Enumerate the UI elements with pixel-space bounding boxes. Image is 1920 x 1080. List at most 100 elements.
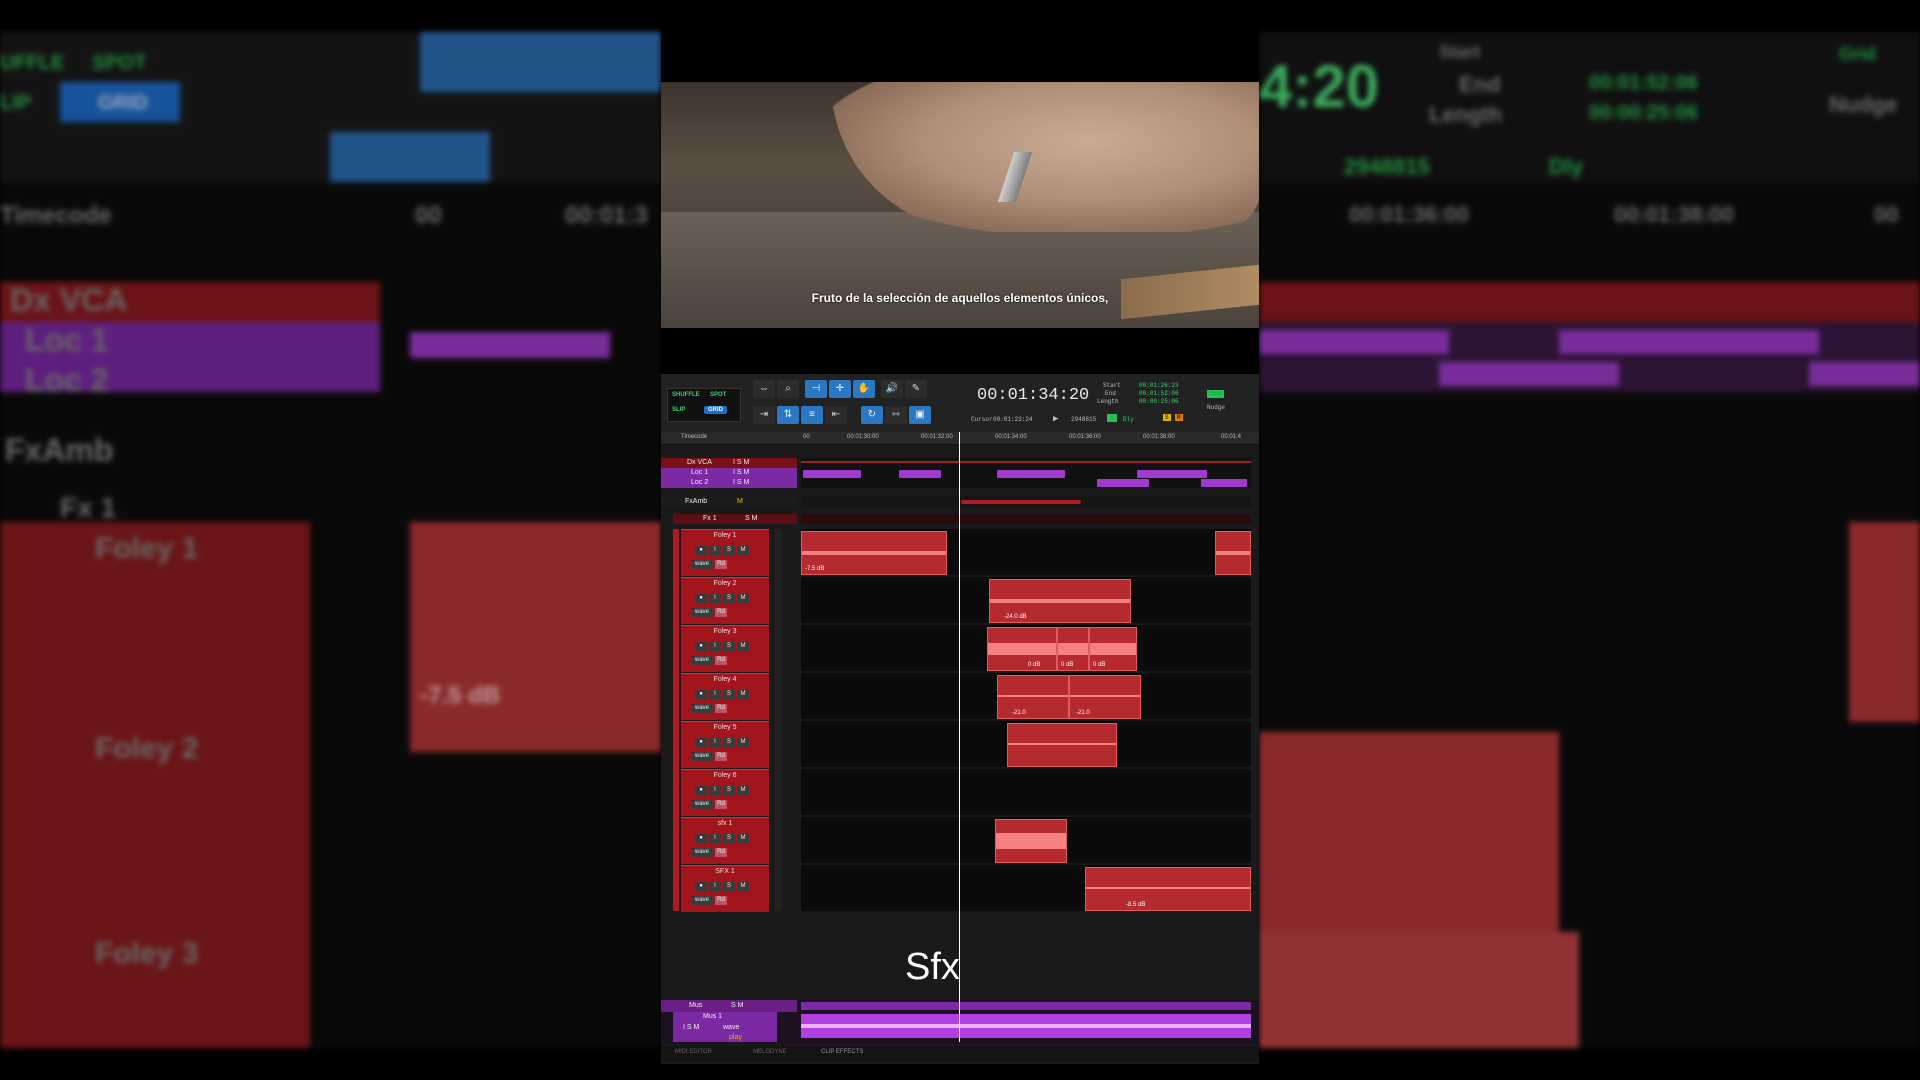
length-value[interactable]: 00:00:25:06 [1139, 398, 1179, 405]
loc1-clip[interactable] [803, 470, 861, 478]
solo-button[interactable]: S [723, 690, 735, 699]
grabber-tool-icon[interactable]: ✋ [853, 380, 875, 398]
mute-button[interactable]: M [737, 786, 749, 795]
lane-foley-1[interactable]: -7.5 dB [801, 529, 1251, 575]
clip-gain[interactable]: -21.0 [1076, 710, 1090, 716]
mute-button[interactable]: M [737, 546, 749, 555]
solo-button[interactable]: S [723, 738, 735, 747]
timecode-ruler[interactable]: Timecode 00 00:01:30:00 00:01:32:00 00:0… [661, 432, 1259, 445]
scrubber-tool-icon[interactable]: 🔊 [881, 380, 903, 398]
waveform-selector[interactable]: wave [691, 704, 713, 713]
lane-fxamb[interactable] [801, 496, 1251, 508]
mute-button[interactable]: M [737, 594, 749, 603]
clip-gain[interactable]: -7.5 dB [805, 566, 824, 572]
track-foley-1[interactable]: Foley 1 ● I S M wave Rd [681, 529, 769, 576]
track-foley-6[interactable]: Foley 6 ● I S M wave Rd [681, 769, 769, 816]
audio-clip[interactable]: 0 dB [987, 627, 1057, 671]
audio-clip[interactable]: -21.0 [997, 675, 1069, 719]
waveform-selector[interactable]: wave [691, 608, 713, 617]
playhead-cursor[interactable] [959, 432, 960, 1042]
automation-read[interactable]: Rd [715, 608, 727, 617]
track-buttons[interactable]: S M [745, 515, 757, 522]
zoomer-tool-icon[interactable]: ⌕ [777, 380, 799, 398]
input-button[interactable]: I [709, 738, 721, 747]
solo-button[interactable]: S [723, 786, 735, 795]
tab-clip-effects[interactable]: CLIP EFFECTS [821, 1049, 863, 1055]
tab-to-transient-icon[interactable]: ⇅ [777, 406, 799, 424]
track-buttons[interactable]: I S M [733, 459, 749, 466]
loc2-clip[interactable] [1201, 479, 1247, 487]
loc1-clip[interactable] [899, 470, 941, 478]
audio-clip[interactable]: -21.0 [1069, 675, 1141, 719]
video-track-icon[interactable]: ▣ [909, 406, 931, 424]
waveform-selector[interactable]: wave [691, 896, 713, 905]
shrink-icon[interactable]: ⇥ [753, 406, 775, 424]
clip-gain[interactable]: 0 dB [1061, 662, 1073, 668]
tab-midi-editor[interactable]: MIDI EDITOR [675, 1049, 712, 1055]
insertion-follows-icon[interactable]: ⇤ [825, 406, 847, 424]
lane-foley-4[interactable]: -21.0 -21.0 [801, 673, 1251, 719]
record-button[interactable]: ● [695, 786, 707, 795]
automation-read[interactable]: Rd [715, 656, 727, 665]
input-button[interactable]: I [709, 882, 721, 891]
audio-clip[interactable]: -7.5 dB [801, 531, 947, 575]
grid-badge[interactable]: Grid [1207, 390, 1225, 398]
track-foley-3[interactable]: Foley 3 ● I S M wave Rd [681, 625, 769, 672]
mute-button[interactable]: M [737, 690, 749, 699]
loop-icon[interactable]: ↻ [861, 406, 883, 424]
audio-clip[interactable]: 0 dB [1089, 627, 1137, 671]
record-button[interactable]: ● [695, 642, 707, 651]
audio-clip[interactable]: -8.5 dB [1085, 867, 1251, 911]
audio-clip[interactable] [1007, 723, 1117, 767]
clip-gain[interactable]: 0 dB [1028, 662, 1040, 668]
mute-button[interactable]: M [737, 834, 749, 843]
lane-fx-1[interactable] [801, 514, 1251, 524]
mute-button[interactable]: M [737, 882, 749, 891]
audio-clip[interactable]: -24.0 dB [989, 579, 1131, 623]
mode-spot[interactable]: SPOT [710, 392, 726, 398]
loc2-clip[interactable] [1097, 479, 1149, 487]
lane-sfx-1-lower[interactable] [801, 817, 1251, 863]
solo-button[interactable]: S [723, 882, 735, 891]
counter-chevron-icon[interactable]: ▾ [1085, 392, 1089, 399]
solo-button[interactable]: S [723, 546, 735, 555]
automation-read[interactable]: Rd [715, 848, 727, 857]
dly-label[interactable]: Dly [1123, 416, 1134, 423]
solo-yellow-icon[interactable]: S [1163, 414, 1171, 421]
automation-read[interactable]: Rd [715, 560, 727, 569]
mus-bus-clip[interactable] [801, 1002, 1251, 1010]
input-button[interactable]: I [709, 834, 721, 843]
audio-clip[interactable] [1215, 531, 1251, 575]
tab-melodyne[interactable]: MELODYNE [753, 1049, 787, 1055]
track-buttons[interactable]: M [737, 498, 743, 505]
track-foley-2[interactable]: Foley 2 ● I S M wave Rd [681, 577, 769, 624]
input-button[interactable]: I [709, 690, 721, 699]
lane-sfx-1-upper[interactable]: -8.5 dB [801, 865, 1251, 911]
waveform-selector[interactable]: wave [691, 752, 713, 761]
track-buttons[interactable]: I S M [733, 479, 749, 486]
track-sfx-1-lower[interactable]: sfx 1 ● I S M wave Rd [681, 817, 769, 864]
record-button[interactable]: ● [695, 834, 707, 843]
grid-toggle-small[interactable]: ≡ [1107, 414, 1117, 422]
automation-read[interactable]: Rd [715, 752, 727, 761]
solo-button[interactable]: S [723, 594, 735, 603]
mus-1-clip[interactable] [801, 1014, 1251, 1038]
track-buttons[interactable]: I S M [733, 469, 749, 476]
track-loc-1[interactable]: Loc 1 I S M [661, 468, 797, 478]
trim-tool-icon[interactable]: ⊣ [805, 380, 827, 398]
input-button[interactable]: I [709, 642, 721, 651]
lane-foley-2[interactable]: -24.0 dB [801, 577, 1251, 623]
mode-grid[interactable]: GRID [704, 406, 727, 414]
waveform-selector[interactable]: wave [691, 800, 713, 809]
mode-slip[interactable]: SLIP [672, 407, 685, 413]
input-button[interactable]: I [709, 594, 721, 603]
solo-button[interactable]: S [723, 834, 735, 843]
lane-foley-5[interactable] [801, 721, 1251, 767]
clip-gain[interactable]: -24.0 dB [1004, 614, 1027, 620]
audio-clip[interactable] [995, 819, 1067, 863]
main-counter[interactable]: 00:01:34:20 [977, 386, 1089, 405]
lane-top[interactable] [801, 458, 1251, 488]
play-icon[interactable]: ▶ [1053, 414, 1058, 424]
waveform-selector[interactable]: wave [691, 560, 713, 569]
track-foley-4[interactable]: Foley 4 ● I S M wave Rd [681, 673, 769, 720]
